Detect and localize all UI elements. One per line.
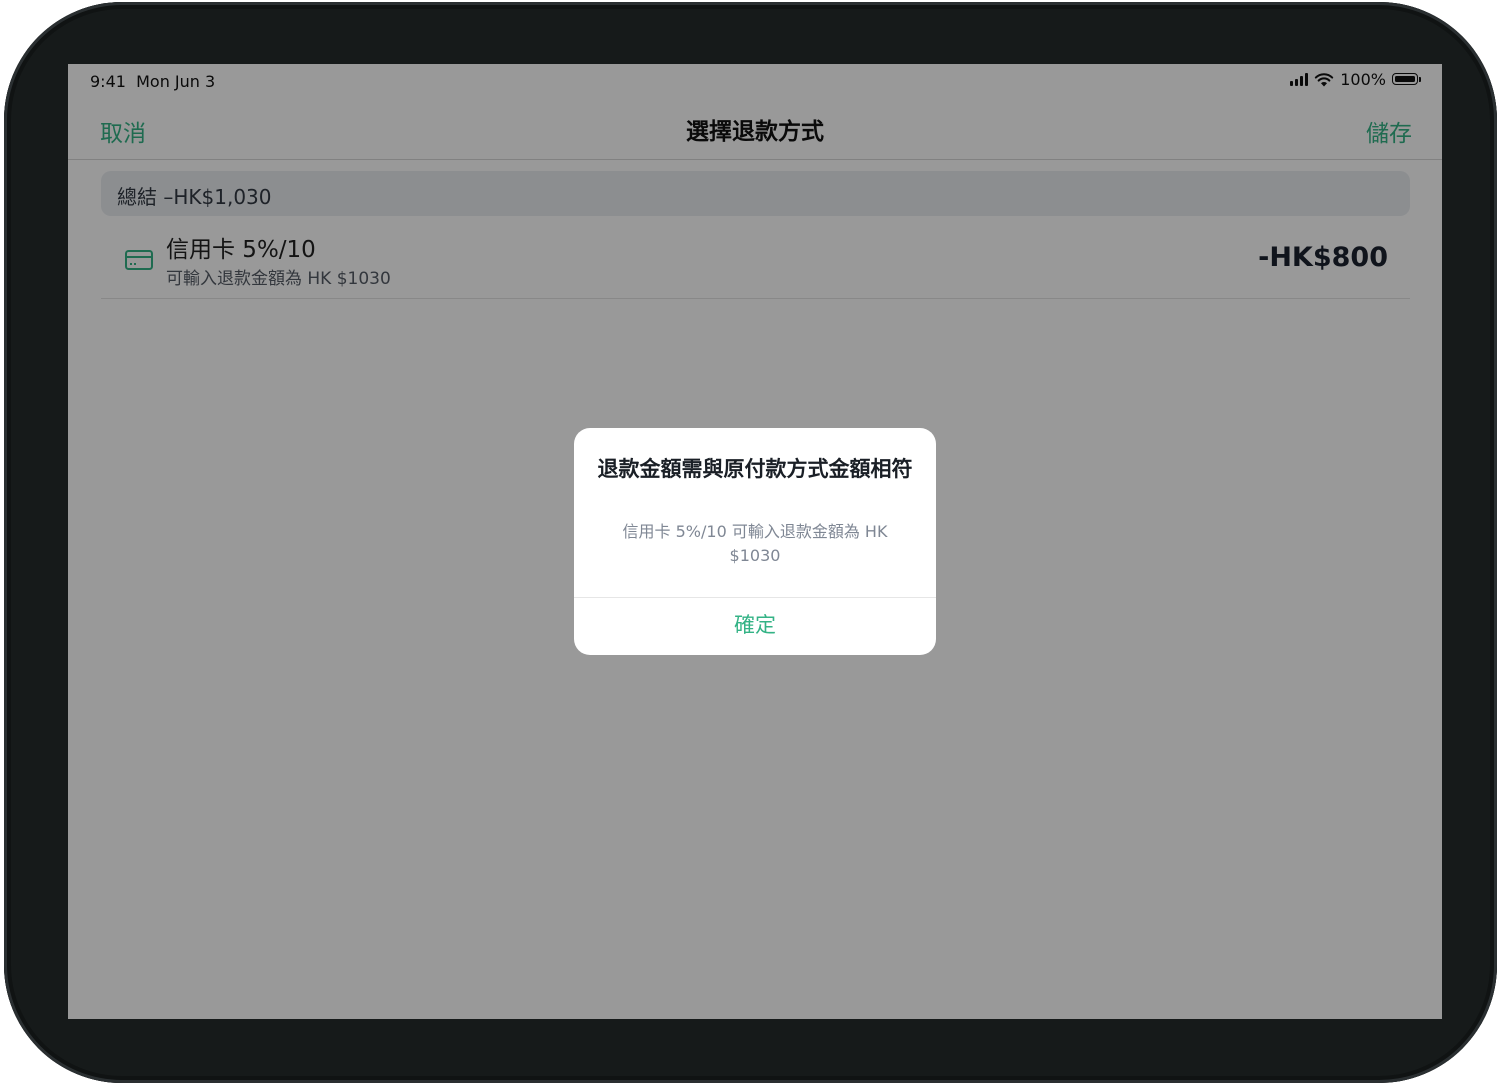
- tablet-frame: 9:41 Mon Jun 3 100% 取消 選擇退款方式 儲存 總結 –HK$…: [4, 2, 1497, 1083]
- alert-dialog: 退款金額需與原付款方式金額相符 信用卡 5%/10 可輸入退款金額為 HK $1…: [574, 428, 936, 655]
- screen: 9:41 Mon Jun 3 100% 取消 選擇退款方式 儲存 總結 –HK$…: [68, 64, 1442, 1019]
- alert-title: 退款金額需與原付款方式金額相符: [597, 457, 913, 481]
- confirm-button[interactable]: 確定: [574, 598, 936, 655]
- alert-message: 信用卡 5%/10 可輸入退款金額為 HK $1030: [622, 522, 888, 565]
